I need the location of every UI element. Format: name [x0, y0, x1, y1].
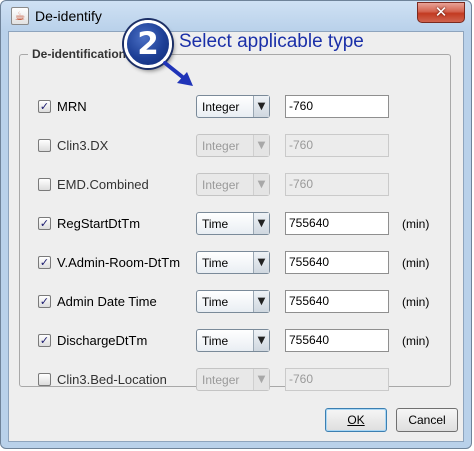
deidentify-row: EMD.Combined Integer ▼ -760: [20, 173, 450, 197]
type-select: Integer ▼: [196, 134, 270, 157]
deidentify-row: Clin3.DX Integer ▼ -760: [20, 134, 450, 158]
include-checkbox[interactable]: [38, 139, 51, 152]
type-select-value: Integer: [202, 100, 240, 114]
deidentify-row: ✓ RegStartDtTm Time ▼ 755640 (min): [20, 212, 450, 236]
offset-value-input[interactable]: 755640: [285, 212, 389, 235]
chevron-down-icon: ▼: [253, 135, 269, 156]
offset-value-input[interactable]: -760: [285, 95, 389, 118]
field-name-label: RegStartDtTm: [57, 216, 141, 231]
dialog-content: De-identification ✓ MRN Integer ▼ -760 Clin3.…: [8, 31, 464, 442]
unit-label: (min): [402, 295, 430, 309]
type-select[interactable]: Time ▼: [196, 251, 270, 274]
group-legend: De-identification: [32, 47, 127, 61]
type-select-value: Time: [202, 217, 229, 231]
callout-instruction: Select applicable type: [179, 31, 364, 52]
ok-button[interactable]: OK: [325, 408, 387, 432]
de-identify-dialog: ☕ De-identify ✕ De-identification ✓ MRN In…: [0, 0, 472, 449]
include-checkbox[interactable]: ✓: [38, 256, 51, 269]
callout-arrow-icon: [163, 61, 193, 86]
deidentify-row: ✓ MRN Integer ▼ -760: [20, 95, 450, 119]
deidentify-row: ✓ DischargeDtTm Time ▼ 755640 (min): [20, 329, 450, 353]
type-select: Integer ▼: [196, 173, 270, 196]
include-checkbox[interactable]: ✓: [38, 100, 51, 113]
offset-value-input[interactable]: 755640: [285, 329, 389, 352]
deidentify-row: ✓ V.Admin-Room-DtTm Time ▼ 755640 (min): [20, 251, 450, 275]
unit-label: (min): [402, 256, 430, 270]
field-name-label: Clin3.Bed-Location: [57, 372, 167, 387]
window-title: De-identify: [35, 8, 102, 24]
chevron-down-icon: ▼: [253, 369, 269, 390]
type-select[interactable]: Time ▼: [196, 290, 270, 313]
java-cup-icon: ☕: [11, 7, 29, 25]
chevron-down-icon[interactable]: ▼: [253, 213, 269, 234]
type-select-value: Time: [202, 256, 229, 270]
include-checkbox[interactable]: ✓: [38, 295, 51, 308]
field-name-label: MRN: [57, 99, 87, 114]
chevron-down-icon[interactable]: ▼: [253, 291, 269, 312]
type-select-value: Time: [202, 295, 229, 309]
chevron-down-icon[interactable]: ▼: [253, 252, 269, 273]
offset-value-input: -760: [285, 134, 389, 157]
field-name-label: V.Admin-Room-DtTm: [57, 255, 181, 270]
include-checkbox[interactable]: [38, 373, 51, 386]
type-select[interactable]: Integer ▼: [196, 95, 270, 118]
type-select-value: Integer: [202, 178, 240, 192]
field-name-label: DischargeDtTm: [57, 333, 148, 348]
type-select-value: Integer: [202, 139, 240, 153]
type-select-value: Time: [202, 334, 229, 348]
chevron-down-icon: ▼: [253, 174, 269, 195]
deidentify-row: ✓ Admin Date Time Time ▼ 755640 (min): [20, 290, 450, 314]
chevron-down-icon[interactable]: ▼: [253, 330, 269, 351]
offset-value-input[interactable]: 755640: [285, 251, 389, 274]
type-select-value: Integer: [202, 373, 240, 387]
deidentify-row: Clin3.Bed-Location Integer ▼ -760: [20, 368, 450, 392]
type-select[interactable]: Time ▼: [196, 329, 270, 352]
offset-value-input[interactable]: 755640: [285, 290, 389, 313]
unit-label: (min): [402, 217, 430, 231]
offset-value-input: -760: [285, 173, 389, 196]
cancel-button[interactable]: Cancel: [396, 408, 458, 432]
field-name-label: Clin3.DX: [57, 138, 109, 153]
offset-value-input: -760: [285, 368, 389, 391]
include-checkbox[interactable]: [38, 178, 51, 191]
de-identification-group: De-identification ✓ MRN Integer ▼ -760 Clin3.…: [19, 47, 451, 391]
include-checkbox[interactable]: ✓: [38, 217, 51, 230]
title-bar[interactable]: ☕ De-identify ✕: [1, 1, 471, 31]
type-select[interactable]: Time ▼: [196, 212, 270, 235]
type-select: Integer ▼: [196, 368, 270, 391]
field-name-label: Admin Date Time: [57, 294, 157, 309]
close-button[interactable]: ✕: [417, 2, 465, 23]
unit-label: (min): [402, 334, 430, 348]
chevron-down-icon[interactable]: ▼: [253, 96, 269, 117]
field-name-label: EMD.Combined: [57, 177, 149, 192]
include-checkbox[interactable]: ✓: [38, 334, 51, 347]
